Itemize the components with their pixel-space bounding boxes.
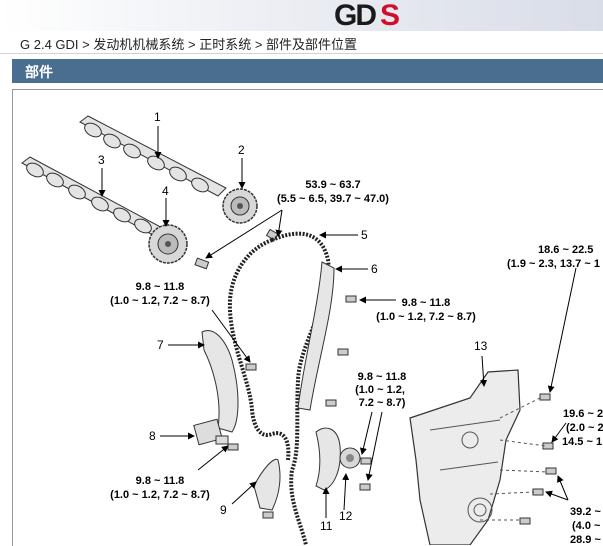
torque-spec-units: (5.5 ~ 6.5, 39.7 ~ 47.0) [277, 193, 389, 205]
torque-spec-value: 19.6 ~ 2 [563, 408, 603, 420]
torque-spec-units: (2.0 ~ 2 [566, 422, 603, 434]
oil-pump-sprocket [339, 447, 361, 469]
callout-12: 12 [339, 509, 353, 523]
callout-6: 6 [371, 262, 378, 276]
callout-2: 2 [238, 143, 245, 157]
torque-spec-value: 9.8 ~ 11.8 [136, 281, 185, 293]
callout-5: 5 [361, 228, 368, 242]
torque-spec-units: (1.0 ~ 1.2, [355, 384, 405, 396]
oil-pump-chain-tensioner [315, 427, 341, 491]
torque-spec-units: 7.2 ~ 8.7) [359, 397, 406, 409]
callout-7: 7 [157, 338, 164, 352]
callout-9: 9 [220, 503, 227, 517]
sprocket-bolts [194, 228, 279, 270]
callout-13: 13 [474, 339, 488, 353]
chain-guide-right [297, 261, 335, 411]
torque-spec-value: 18.6 ~ 22.5 [538, 244, 593, 256]
torque-spec-units: (4.0 ~ [572, 520, 601, 532]
intake-cvvt-sprocket [148, 224, 188, 264]
intake-camshaft [21, 156, 169, 240]
torque-spec-units: 14.5 ~ 1 [562, 436, 602, 448]
torque-spec-units: (1.0 ~ 1.2, 7.2 ~ 8.7) [110, 295, 210, 307]
timing-system-exploded-diagram: 1 2 3 4 5 6 7 8 9 11 12 13 53.9 ~ 63.7 (… [21, 110, 603, 545]
torque-spec-value: 39.2 ~ [570, 506, 601, 518]
torque-spec-value: 53.9 ~ 63.7 [305, 179, 360, 191]
callout-4: 4 [162, 184, 169, 198]
timing-chain-cover [409, 369, 521, 545]
callout-1: 1 [154, 110, 161, 124]
torque-spec-value: 9.8 ~ 11.8 [402, 297, 451, 309]
exhaust-cvvt-sprocket [222, 188, 258, 224]
callout-11: 11 [320, 519, 333, 533]
torque-spec-value: 9.8 ~ 11.8 [358, 371, 407, 383]
torque-spec-units: (1.0 ~ 1.2, 7.2 ~ 8.7) [376, 311, 476, 323]
callout-3: 3 [98, 153, 105, 167]
tensioner-arm [201, 330, 239, 433]
torque-spec-value: 9.8 ~ 11.8 [136, 475, 185, 487]
callout-8: 8 [149, 429, 156, 443]
lower-chain-guide [253, 458, 281, 511]
torque-spec-units: (1.9 ~ 2.3, 13.7 ~ 1 [507, 258, 600, 270]
torque-spec-units: (1.0 ~ 1.2, 7.2 ~ 8.7) [110, 489, 210, 501]
torque-spec-units: 28.9 ~ [570, 534, 601, 545]
